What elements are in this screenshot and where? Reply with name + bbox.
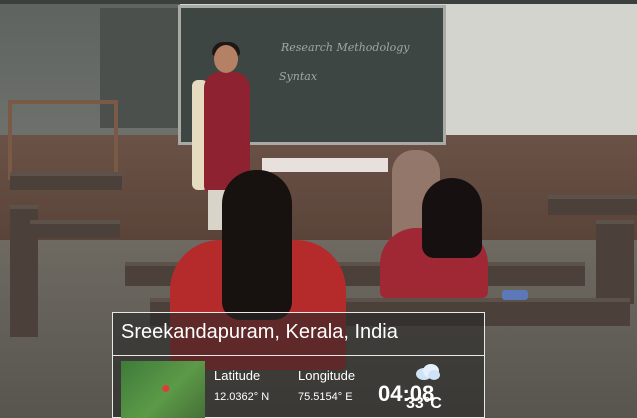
student-left-hair (222, 170, 292, 320)
latitude-value: 12.0362° N (214, 391, 270, 403)
map-pin-icon: ● (161, 380, 171, 397)
right-desk (548, 195, 637, 215)
card-divider (113, 355, 484, 356)
board-text-title: Research Methodology (281, 41, 410, 54)
gps-overlay-card: Sreekandapuram, Kerala, India ● Latitude… (112, 312, 485, 418)
cloud-icon (416, 364, 440, 380)
latitude-label: Latitude (214, 368, 261, 383)
teacher-table (262, 158, 388, 172)
map-thumbnail: ● (121, 361, 205, 418)
temperature-readout: 33°C (406, 395, 442, 412)
side-desk-2 (30, 220, 120, 238)
top-strip (0, 0, 637, 4)
classroom-photo: Research Methodology Syntax Sreekandapur… (0, 0, 637, 418)
board-text-sub: Syntax (279, 70, 318, 83)
student-right-scarf (422, 178, 482, 258)
side-desk (10, 172, 122, 190)
teacher-head (214, 45, 238, 73)
location-title: Sreekandapuram, Kerala, India (121, 321, 398, 343)
blue-cup (502, 290, 528, 300)
longitude-label: Longitude (298, 368, 356, 383)
right-bench (596, 220, 634, 304)
longitude-value: 75.5154° E (298, 391, 353, 403)
shelf (8, 100, 118, 180)
